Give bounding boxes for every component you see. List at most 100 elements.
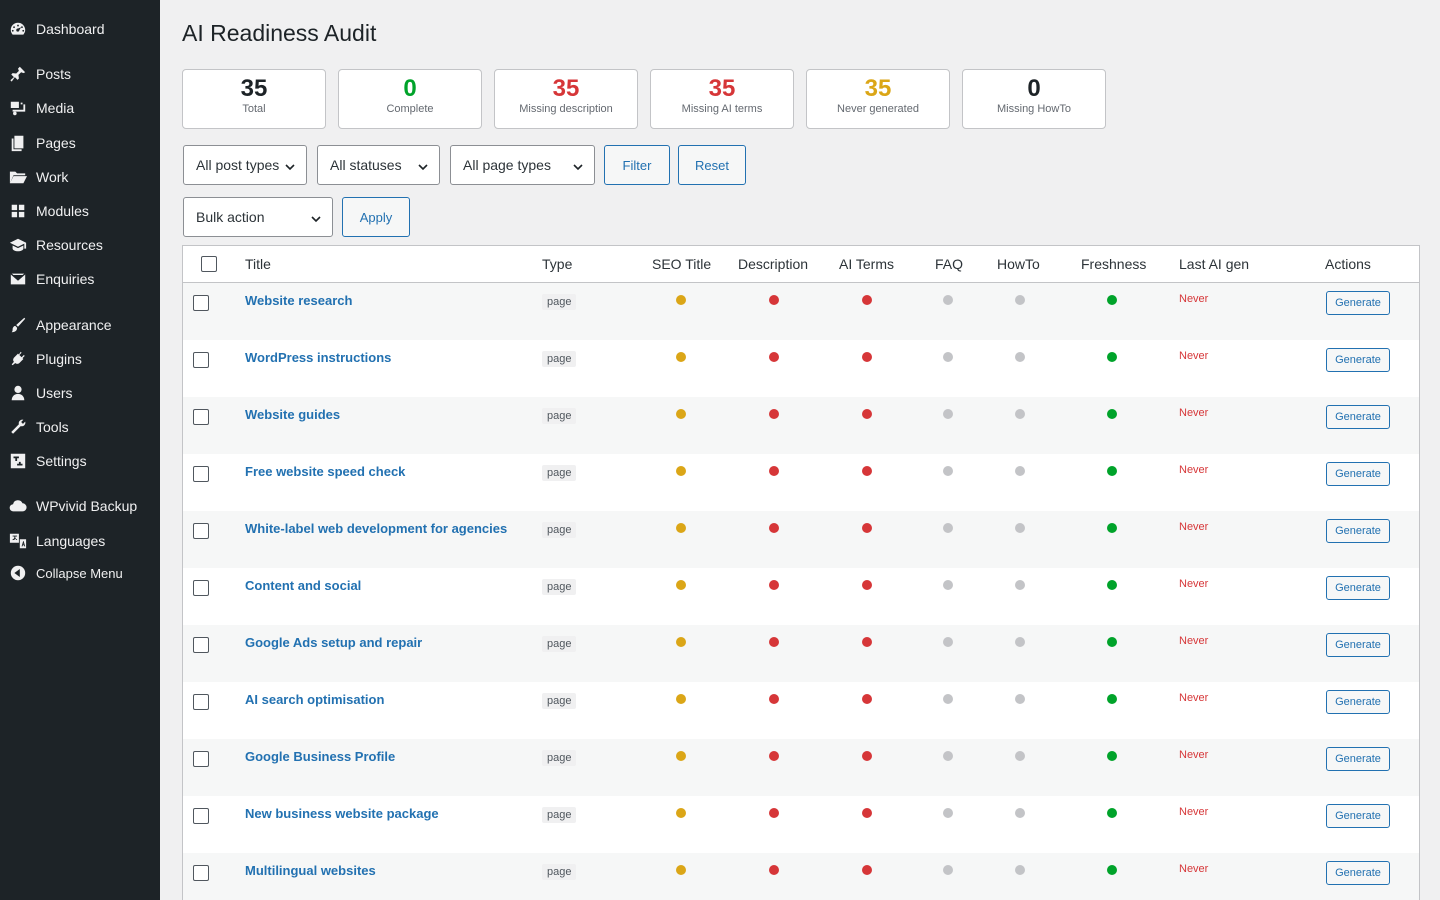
table-row: Content and social page Never Generate [183, 568, 1419, 625]
howto-status-dot [1015, 409, 1025, 419]
generate-button[interactable]: Generate [1326, 291, 1390, 315]
row-checkbox[interactable] [193, 808, 209, 824]
row-checkbox[interactable] [193, 409, 209, 425]
row-checkbox[interactable] [193, 751, 209, 767]
row-title-link[interactable]: Multilingual websites [245, 863, 376, 878]
row-checkbox[interactable] [193, 523, 209, 539]
sidebar-item-wpvivid-backup[interactable]: WPvivid Backup [0, 489, 160, 523]
row-title-link[interactable]: AI search optimisation [245, 692, 384, 707]
howto-status-dot [1015, 466, 1025, 476]
stat-card-never-generated: 35 Never generated [806, 69, 950, 129]
faq-status-dot [943, 637, 953, 647]
row-checkbox[interactable] [193, 295, 209, 311]
sidebar-item-label: Pages [36, 135, 76, 151]
chevron-down-icon [310, 212, 322, 224]
description-status-dot [769, 409, 779, 419]
sidebar-item-plugins[interactable]: Plugins [0, 342, 160, 376]
row-checkbox[interactable] [193, 694, 209, 710]
freshness-status-dot [1107, 580, 1117, 590]
sidebar-item-appearance[interactable]: Appearance [0, 308, 160, 342]
bulk-action-select[interactable]: Bulk action [183, 197, 333, 237]
column-header-description[interactable]: Description [738, 256, 808, 272]
howto-status-dot [1015, 808, 1025, 818]
apply-button[interactable]: Apply [342, 197, 410, 237]
row-checkbox[interactable] [193, 352, 209, 368]
row-title-link[interactable]: Free website speed check [245, 464, 405, 479]
status-select[interactable]: All statuses [317, 145, 440, 185]
sidebar-item-tools[interactable]: Tools [0, 410, 160, 444]
sidebar-item-dashboard[interactable]: Dashboard [0, 12, 160, 46]
row-title-link[interactable]: Google Ads setup and repair [245, 635, 422, 650]
sidebar-item-work[interactable]: Work [0, 160, 160, 194]
stat-card-total: 35 Total [182, 69, 326, 129]
row-title-link[interactable]: Website guides [245, 407, 340, 422]
generate-button[interactable]: Generate [1326, 348, 1390, 372]
faq-status-dot [943, 751, 953, 761]
type-badge: page [542, 522, 577, 538]
admin-sidebar: Dashboard Posts Media Pages Work Modules… [0, 0, 160, 900]
sidebar-item-pages[interactable]: Pages [0, 126, 160, 160]
seo-title-status-dot [676, 352, 686, 362]
filter-button[interactable]: Filter [604, 145, 670, 185]
faq-status-dot [943, 523, 953, 533]
generate-button[interactable]: Generate [1326, 462, 1390, 486]
row-title-link[interactable]: Content and social [245, 578, 361, 593]
sidebar-item-users[interactable]: Users [0, 376, 160, 410]
generate-button[interactable]: Generate [1326, 405, 1390, 429]
sidebar-item-languages[interactable]: Languages [0, 524, 160, 558]
row-title-link[interactable]: White-label web development for agencies [245, 521, 507, 536]
row-checkbox[interactable] [193, 466, 209, 482]
column-header-type[interactable]: Type [542, 256, 572, 272]
generate-button[interactable]: Generate [1326, 747, 1390, 771]
paintbrush-icon [0, 316, 36, 334]
row-title-link[interactable]: Website research [245, 293, 352, 308]
type-badge: page [542, 351, 577, 367]
settings-icon [0, 452, 36, 470]
last-ai-gen-value: Never [1179, 464, 1209, 476]
freshness-status-dot [1107, 637, 1117, 647]
sidebar-item-label: WPvivid Backup [36, 498, 138, 514]
generate-button[interactable]: Generate [1326, 576, 1390, 600]
row-title-link[interactable]: New business website package [245, 806, 439, 821]
user-icon [0, 384, 36, 402]
page-type-select[interactable]: All page types [450, 145, 595, 185]
sidebar-item-resources[interactable]: Resources [0, 228, 160, 262]
column-header-ai-terms[interactable]: AI Terms [839, 256, 894, 272]
column-header-freshness[interactable]: Freshness [1081, 256, 1146, 272]
row-checkbox[interactable] [193, 865, 209, 881]
column-header-seo-title[interactable]: SEO Title [652, 256, 711, 272]
row-title-link[interactable]: WordPress instructions [245, 350, 391, 365]
row-checkbox[interactable] [193, 580, 209, 596]
page-type-select-value: All page types [463, 157, 551, 173]
stat-card-missing-howto: 0 Missing HowTo [962, 69, 1106, 129]
type-badge: page [542, 750, 577, 766]
collapse-menu-button[interactable]: Collapse Menu [0, 556, 160, 590]
sidebar-item-settings[interactable]: Settings [0, 444, 160, 478]
post-type-select[interactable]: All post types [183, 145, 307, 185]
column-header-howto[interactable]: HowTo [997, 256, 1040, 272]
seo-title-status-dot [676, 637, 686, 647]
generate-button[interactable]: Generate [1326, 519, 1390, 543]
column-header-faq[interactable]: FAQ [935, 256, 963, 272]
generate-button[interactable]: Generate [1326, 804, 1390, 828]
row-title-link[interactable]: Google Business Profile [245, 749, 395, 764]
row-checkbox[interactable] [193, 637, 209, 653]
sidebar-item-enquiries[interactable]: Enquiries [0, 262, 160, 296]
howto-status-dot [1015, 751, 1025, 761]
table-row: Google Ads setup and repair page Never Gene… [183, 625, 1419, 682]
freshness-status-dot [1107, 808, 1117, 818]
generate-button[interactable]: Generate [1326, 690, 1390, 714]
sidebar-item-media[interactable]: Media [0, 91, 160, 125]
reset-button[interactable]: Reset [678, 145, 746, 185]
sidebar-item-modules[interactable]: Modules [0, 194, 160, 228]
generate-button[interactable]: Generate [1326, 633, 1390, 657]
sidebar-item-posts[interactable]: Posts [0, 57, 160, 91]
column-header-title[interactable]: Title [245, 256, 271, 272]
select-all-checkbox[interactable] [201, 256, 217, 272]
seo-title-status-dot [676, 808, 686, 818]
generate-button[interactable]: Generate [1326, 861, 1390, 885]
sidebar-item-label: Plugins [36, 351, 82, 367]
column-header-last-ai-gen[interactable]: Last AI gen [1179, 256, 1249, 272]
faq-status-dot [943, 694, 953, 704]
last-ai-gen-value: Never [1179, 407, 1209, 419]
